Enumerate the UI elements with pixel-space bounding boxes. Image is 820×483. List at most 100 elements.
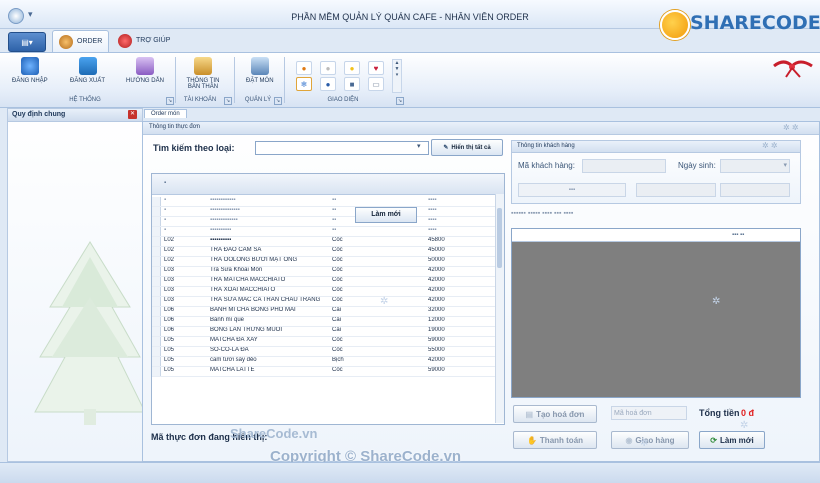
customer-id-field[interactable] [582, 159, 666, 173]
snowflake-icon: ✲ ✲ [783, 123, 799, 132]
cell-unit: Cốc [332, 257, 343, 263]
handshake-icon: ✋ [526, 435, 537, 445]
ribbon-separator [284, 57, 285, 103]
login-label: ĐĂNG NHẬP [12, 78, 48, 84]
theme-orange-icon[interactable]: ● [296, 61, 312, 75]
theme-dark-blue-icon[interactable]: ● [320, 77, 336, 91]
window-title: PHẦN MỀM QUẢN LÝ QUÁN CAFE - NHÂN VIÊN O… [291, 12, 529, 22]
grid-col-placeholder: ▪ [164, 180, 167, 186]
scrollbar-thumb[interactable] [497, 208, 502, 268]
show-all-button[interactable]: ✎ Hiển thị tất cả [431, 139, 503, 156]
theme-gray-icon[interactable]: ▭ [368, 77, 384, 91]
quick-access-dropdown-icon[interactable]: ▾ [28, 9, 33, 20]
cell-unit: Bịch [332, 357, 344, 363]
cell-code: L06 [164, 317, 175, 323]
logout-button[interactable]: ĐĂNG XUẤT [70, 57, 105, 84]
theme-office-icon[interactable]: ■ [344, 77, 360, 91]
cell-unit: Cái [332, 307, 342, 313]
chevron-down-icon[interactable]: ▾ [783, 161, 787, 169]
pin-icon[interactable]: ✕ [128, 110, 137, 119]
cell-price: 59000 [428, 337, 445, 343]
document-tab-strip: Order món [142, 108, 818, 120]
cell-unit: Cốc [332, 347, 343, 353]
chevron-down-icon[interactable]: ▾ [417, 142, 421, 150]
total-value: 0 đ [741, 408, 755, 418]
cell-price: 50000 [428, 257, 445, 263]
refresh-button[interactable]: ⟳ Làm mới [699, 431, 765, 449]
theme-silver-icon[interactable]: ● [320, 61, 336, 75]
tab-help-label: TRỢ GIÚP [136, 37, 171, 44]
cell-code: L03 [164, 287, 175, 293]
snowflake-icon: ✲ [380, 296, 389, 307]
guide-button[interactable]: HƯỚNG DẪN [126, 57, 164, 84]
theme-gallery-scroll[interactable]: ▲ ▼ ▾ [392, 59, 402, 93]
create-invoice-button[interactable]: ▤ Tạo hoá đơn [513, 405, 597, 423]
cell-price: 42000 [428, 297, 445, 303]
left-panel-header: Quy định chung ✕ [8, 109, 142, 122]
cell-code: L06 [164, 327, 175, 333]
cell-price: 42000 [428, 287, 445, 293]
group-launcher-icon[interactable]: ↘ [166, 97, 174, 105]
category-combobox[interactable] [255, 141, 429, 155]
table-row[interactable]: L05 MATCHA LATTE Cốc 59000 [152, 366, 496, 377]
refresh-icon: ⟳ [710, 435, 717, 445]
deliver-button[interactable]: ◉ Giao hàng [611, 431, 689, 449]
customer-lookup-button[interactable]: ▪▪▪ [518, 183, 626, 197]
grid-scrollbar[interactable] [495, 194, 504, 423]
order-dish-button[interactable]: ĐẶT MÓN [246, 57, 274, 84]
sharecode-watermark: ShareCode.vn [230, 426, 318, 441]
menu-group-title: Thông tin thực đơn [149, 124, 200, 130]
invoice-code-input[interactable]: Mã hoá đơn [611, 406, 687, 420]
app-icon[interactable] [8, 8, 24, 24]
pay-button[interactable]: ✋ Thanh toán [513, 431, 597, 449]
customer-panel-title: Thông tin khách hàng [517, 143, 575, 149]
tab-order-mon[interactable]: Order món [144, 109, 187, 118]
cell-name: TRÀ ĐÀO CAM SẢ [210, 247, 262, 253]
snowflake-icon: ✲ [640, 438, 649, 449]
delivery-icon: ◉ [625, 435, 633, 445]
birthdate-field[interactable]: ▾ [720, 159, 790, 173]
cell-unit: Cái [332, 317, 342, 323]
login-button[interactable]: ĐĂNG NHẬP [12, 57, 48, 84]
profile-label: THÔNG TIN BẢN THÂN [186, 78, 220, 90]
cell-name: MATCHA LATTE [210, 367, 255, 373]
theme-blue-icon[interactable]: ❄ [296, 77, 312, 91]
order-toolbar: ▪▪▪▪▪▪ ▪▪▪▪▪ ▪▪▪▪ ▪▪▪ ▪▪▪▪ [511, 210, 574, 217]
profile-button[interactable]: THÔNG TIN BẢN THÂN [182, 57, 224, 90]
group-launcher-icon[interactable]: ↘ [274, 97, 282, 105]
cell-code: L05 [164, 357, 175, 363]
cell-unit: Cái [332, 327, 342, 333]
cell-price: 42000 [428, 357, 445, 363]
tab-order[interactable]: ORDER [52, 30, 110, 52]
refresh-order-button[interactable]: Làm mới [355, 207, 417, 223]
cell-code: L05 [164, 347, 175, 353]
customer-panel-header: Thông tin khách hàng ✲ ✲ [512, 141, 800, 153]
guide-label: HƯỚNG DẪN [126, 78, 164, 84]
cell-code: L03 [164, 267, 175, 273]
menu-grid[interactable]: ▪ ▪ ▪▪▪▪▪▪▪▪▪▪▪▪ ▪▪ ▪▪▪▪ ▪ ▪▪▪▪▪▪▪▪▪▪▪▪▪▪ ▪▪ ▪… [151, 173, 505, 425]
cell-price: 45800 [428, 237, 445, 243]
group-launcher-icon[interactable]: ↘ [396, 97, 404, 105]
cell-price: 55000 [428, 347, 445, 353]
customer-field[interactable] [720, 183, 790, 197]
ribbon-separator [234, 57, 235, 103]
theme-heart-icon[interactable]: ♥ [368, 61, 384, 75]
left-panel: Quy định chung ✕ [7, 108, 146, 462]
customer-field[interactable] [636, 183, 716, 197]
search-label: Tìm kiếm theo loại: [153, 143, 235, 153]
cell-price: 42000 [428, 277, 445, 283]
customer-id-label: Mã khách hàng: [518, 161, 575, 170]
cell-price: 42000 [428, 267, 445, 273]
cell-name: BÁNH MÌ CHÀ BÔNG PHÔ MAI [210, 307, 296, 313]
cell-unit: Cốc [332, 297, 343, 303]
order-list-header: ▪▪▪ ▪▪ [512, 229, 800, 242]
order-list[interactable]: ▪▪▪ ▪▪ [511, 228, 801, 398]
group-launcher-icon[interactable]: ↘ [224, 97, 232, 105]
invoice-icon: ▤ [525, 409, 534, 419]
order-form: Thông tin thực đơn ✲ ✲ Tìm kiếm theo loạ… [142, 121, 820, 462]
tab-help[interactable]: TRỢ GIÚP [112, 30, 176, 51]
theme-yellow-icon[interactable]: ● [344, 61, 360, 75]
cell-name: Trà Sữa Khoai Môn [210, 267, 263, 273]
ribbon-separator [175, 57, 176, 103]
cell-price: 59000 [428, 367, 445, 373]
